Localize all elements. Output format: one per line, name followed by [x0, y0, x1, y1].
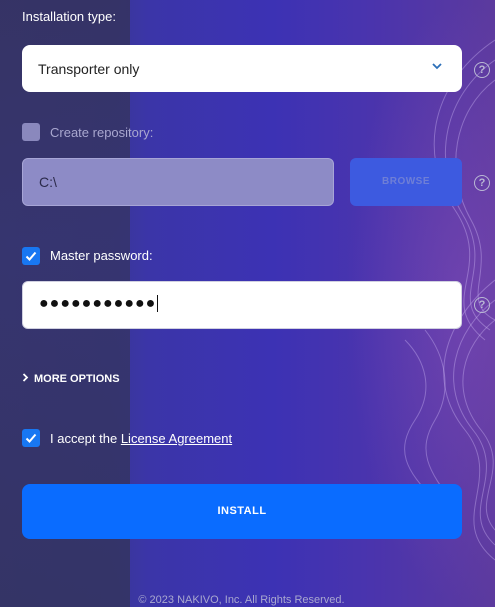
checkmark-icon — [25, 251, 37, 261]
license-accept-checkbox[interactable] — [22, 429, 40, 447]
master-password-help-icon[interactable]: ? — [474, 297, 490, 313]
master-password-input[interactable]: ●●●●●●●●●●● — [22, 281, 462, 329]
license-accept-label: I accept the License Agreement — [50, 431, 232, 446]
installation-type-value: Transporter only — [38, 61, 140, 77]
installation-type-help-icon[interactable]: ? — [474, 62, 490, 78]
chevron-down-icon — [432, 63, 442, 70]
more-options-toggle[interactable]: MORE OPTIONS — [22, 373, 120, 385]
create-repository-checkbox[interactable] — [22, 123, 40, 141]
more-options-label: MORE OPTIONS — [34, 373, 120, 385]
create-repository-label: Create repository: — [50, 125, 154, 140]
license-agreement-link[interactable]: License Agreement — [121, 431, 232, 446]
license-prefix-text: I accept the — [50, 431, 121, 446]
master-password-label: Master password: — [50, 248, 153, 263]
checkmark-icon — [25, 433, 37, 443]
installation-type-label: Installation type: — [22, 9, 116, 24]
repository-help-icon[interactable]: ? — [474, 175, 490, 191]
master-password-masked-value: ●●●●●●●●●●● — [39, 295, 157, 312]
install-button[interactable]: INSTALL — [22, 484, 462, 539]
text-caret — [157, 295, 159, 313]
repository-path-value: C:\ — [39, 174, 57, 190]
copyright-footer: © 2023 NAKIVO, Inc. All Rights Reserved. — [138, 594, 345, 606]
installation-type-select[interactable]: Transporter only — [22, 45, 462, 92]
master-password-checkbox[interactable] — [22, 247, 40, 265]
repository-path-input[interactable]: C:\ — [22, 158, 334, 206]
chevron-right-icon — [22, 373, 29, 382]
browse-button[interactable]: BROWSE — [350, 158, 462, 206]
